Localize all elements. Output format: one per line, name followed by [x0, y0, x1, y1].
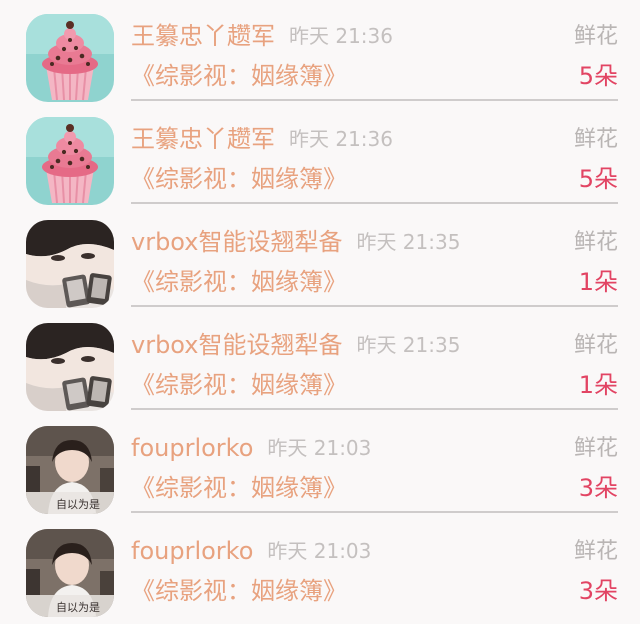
gift-type: 鲜花 — [573, 127, 618, 152]
sender-name[interactable]: fouprlorko 昨天 21:03 — [131, 432, 371, 465]
avatar-caption: 自以为是 — [56, 601, 100, 614]
sender-name-text[interactable]: vrbox智能设翘犁备 — [131, 228, 342, 256]
timestamp: 昨天 21:03 — [267, 436, 372, 460]
sender-name-text[interactable]: 王纂忠丫趱军 — [131, 125, 275, 153]
gift-count: 1朵 — [578, 371, 618, 399]
divider — [131, 408, 618, 410]
gift-message-list: 王纂忠丫趱军 昨天 21:36 鲜花 《综影视：姻缘簿》 5朵 王纂忠丫趱军 昨天 … — [0, 0, 640, 624]
divider — [131, 99, 618, 101]
sender-name[interactable]: fouprlorko 昨天 21:03 — [131, 535, 371, 568]
sender-name-text[interactable]: fouprlorko — [131, 537, 253, 565]
portrait-avatar-icon[interactable] — [26, 323, 114, 411]
gift-count: 3朵 — [578, 577, 618, 605]
list-item[interactable]: 王纂忠丫趱军 昨天 21:36 鲜花 《综影视：姻缘簿》 5朵 — [0, 103, 640, 206]
sender-name[interactable]: vrbox智能设翘犁备 昨天 21:35 — [131, 329, 460, 362]
sender-name[interactable]: 王纂忠丫趱军 昨天 21:36 — [131, 123, 393, 156]
sender-name-text[interactable]: 王纂忠丫趱军 — [131, 22, 275, 50]
timestamp: 昨天 21:35 — [356, 333, 461, 357]
list-item[interactable]: 自以为是 fouprlorko 昨天 21:03 鲜花 《综影视：姻缘簿》 3朵 — [0, 412, 640, 515]
gift-count: 5朵 — [578, 165, 618, 193]
sender-name[interactable]: 王纂忠丫趱军 昨天 21:36 — [131, 20, 393, 53]
gift-count: 3朵 — [578, 474, 618, 502]
gift-type: 鲜花 — [573, 333, 618, 358]
divider — [131, 202, 618, 204]
book-title[interactable]: 《综影视：姻缘簿》 — [131, 575, 347, 607]
divider — [131, 511, 618, 513]
list-item[interactable]: vrbox智能设翘犁备 昨天 21:35 鲜花 《综影视：姻缘簿》 1朵 — [0, 206, 640, 309]
timestamp: 昨天 21:35 — [356, 230, 461, 254]
gift-count: 1朵 — [578, 268, 618, 296]
list-item[interactable]: vrbox智能设翘犁备 昨天 21:35 鲜花 《综影视：姻缘簿》 1朵 — [0, 309, 640, 412]
gift-type: 鲜花 — [573, 539, 618, 564]
list-item[interactable]: 王纂忠丫趱军 昨天 21:36 鲜花 《综影视：姻缘簿》 5朵 — [0, 0, 640, 103]
photo-avatar-icon[interactable]: 自以为是 — [26, 426, 114, 514]
portrait-avatar-icon[interactable] — [26, 220, 114, 308]
sender-name-text[interactable]: vrbox智能设翘犁备 — [131, 331, 342, 359]
book-title[interactable]: 《综影视：姻缘簿》 — [131, 163, 347, 195]
timestamp: 昨天 21:36 — [289, 24, 393, 48]
gift-type: 鲜花 — [573, 230, 618, 255]
sender-name[interactable]: vrbox智能设翘犁备 昨天 21:35 — [131, 226, 460, 259]
gift-type: 鲜花 — [573, 24, 618, 49]
cupcake-avatar-icon[interactable] — [26, 117, 114, 205]
photo-avatar-icon[interactable]: 自以为是 — [26, 529, 114, 617]
avatar-caption: 自以为是 — [56, 498, 100, 511]
list-item[interactable]: 自以为是 fouprlorko 昨天 21:03 鲜花 《综影视：姻缘簿》 3朵 — [0, 515, 640, 618]
book-title[interactable]: 《综影视：姻缘簿》 — [131, 369, 347, 401]
timestamp: 昨天 21:36 — [289, 127, 393, 151]
divider — [131, 305, 618, 307]
book-title[interactable]: 《综影视：姻缘簿》 — [131, 472, 347, 504]
cupcake-avatar-icon[interactable] — [26, 14, 114, 102]
sender-name-text[interactable]: fouprlorko — [131, 434, 253, 462]
gift-type: 鲜花 — [573, 436, 618, 461]
book-title[interactable]: 《综影视：姻缘簿》 — [131, 60, 347, 92]
gift-count: 5朵 — [578, 62, 618, 90]
timestamp: 昨天 21:03 — [267, 539, 372, 563]
book-title[interactable]: 《综影视：姻缘簿》 — [131, 266, 347, 298]
